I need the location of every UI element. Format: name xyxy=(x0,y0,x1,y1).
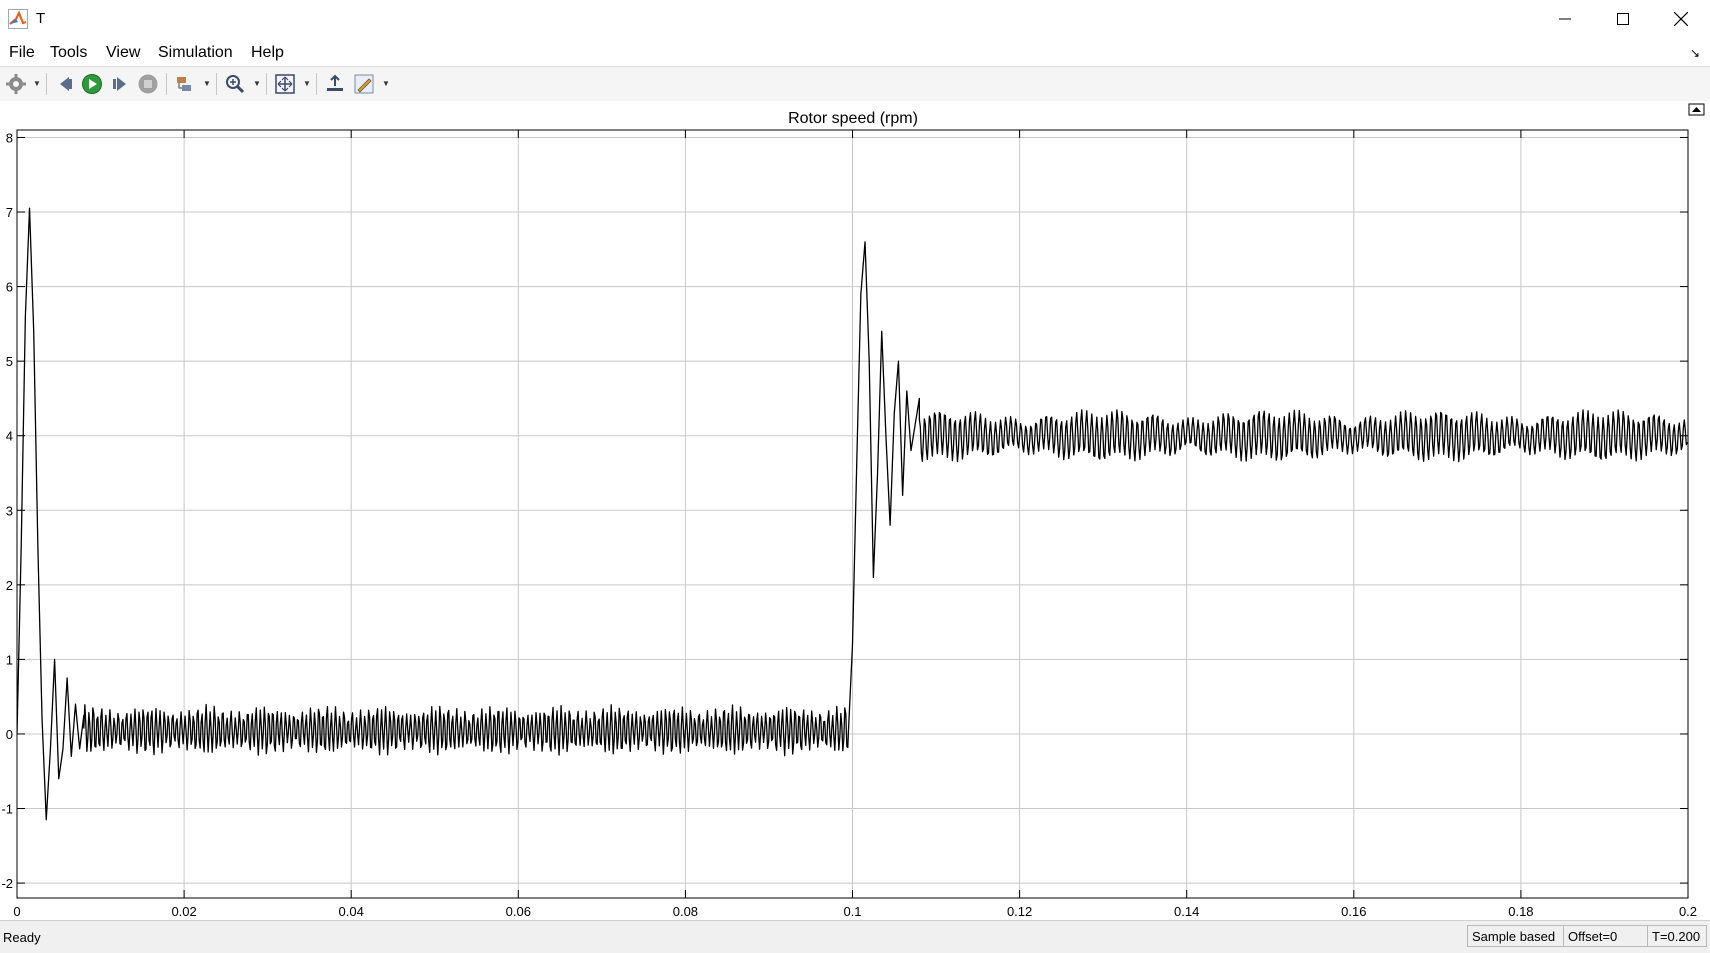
menu-simulation[interactable]: Simulation xyxy=(158,44,233,62)
x-tick-label: 0.18 xyxy=(1508,904,1533,919)
y-tick-label: 5 xyxy=(6,354,13,369)
tick-layer: 0 0.02 0.04 0.06 0.08 0.1 0.12 0.14 0.16 0.18 0.2 -… xyxy=(1,130,1697,919)
y-tick-label: 3 xyxy=(6,503,13,518)
close-icon xyxy=(1674,12,1688,26)
status-offset: Offset=0 xyxy=(1563,925,1648,947)
step-forward-icon[interactable] xyxy=(109,73,131,95)
stop-icon[interactable] xyxy=(137,73,159,95)
x-tick-label: 0.2 xyxy=(1679,904,1697,919)
minimize-button[interactable] xyxy=(1536,0,1594,38)
y-tick-label: 6 xyxy=(6,280,13,295)
y-tick-label: 2 xyxy=(6,578,13,593)
zoom-icon[interactable] xyxy=(224,73,246,95)
menu-help[interactable]: Help xyxy=(251,44,284,62)
x-tick-label: 0.04 xyxy=(339,904,364,919)
signal-dropdown-icon[interactable]: ▼ xyxy=(203,79,211,88)
y-tick-label: 8 xyxy=(6,130,13,145)
status-time: T=0.200 xyxy=(1647,925,1707,947)
status-ready-text: Ready xyxy=(3,930,41,945)
x-tick-label: 0.08 xyxy=(673,904,698,919)
toolbar-separator xyxy=(166,73,167,95)
undock-plot-button[interactable] xyxy=(1688,103,1705,116)
y-tick-label: -2 xyxy=(1,876,13,891)
toolbar-separator xyxy=(216,73,217,95)
x-tick-label: 0.16 xyxy=(1341,904,1366,919)
signal-select-icon[interactable] xyxy=(174,73,196,95)
menu-tools[interactable]: Tools xyxy=(50,44,87,62)
fit-dropdown-icon[interactable]: ▼ xyxy=(303,79,311,88)
y-tick-label: 1 xyxy=(6,652,13,667)
menu-file[interactable]: File xyxy=(9,44,35,62)
x-tick-label: 0.12 xyxy=(1007,904,1032,919)
fit-to-view-icon[interactable] xyxy=(274,73,296,95)
settings-dropdown-icon[interactable]: ▼ xyxy=(33,79,41,88)
y-tick-label: 0 xyxy=(6,727,13,742)
x-tick-label: 0.02 xyxy=(171,904,196,919)
menu-view[interactable]: View xyxy=(106,44,140,62)
x-tick-label: 0.14 xyxy=(1174,904,1199,919)
menu-bar: File Tools View Simulation Help ↘ xyxy=(0,38,1710,66)
run-icon[interactable] xyxy=(81,73,103,95)
status-bar: Ready Sample based Offset=0 T=0.200 xyxy=(0,920,1710,953)
y-tick-label: 4 xyxy=(6,429,13,444)
write-highlight-icon[interactable] xyxy=(324,73,346,95)
window-title: T xyxy=(36,10,46,27)
toolbar-separator xyxy=(46,73,47,95)
x-tick-label: 0.1 xyxy=(843,904,861,919)
style-dropdown-icon[interactable]: ▼ xyxy=(382,79,390,88)
toolbar: ▼ ▼ ▼ ▼ ▼ xyxy=(0,66,1710,102)
maximize-button[interactable] xyxy=(1594,0,1652,38)
grid-layer xyxy=(17,130,1688,898)
y-tick-label: -1 xyxy=(1,802,13,817)
style-icon[interactable] xyxy=(353,73,375,95)
x-tick-label: 0 xyxy=(13,904,20,919)
title-bar: T xyxy=(0,0,1710,38)
step-back-icon[interactable] xyxy=(54,73,76,95)
close-button[interactable] xyxy=(1652,0,1710,38)
matlab-logo-icon xyxy=(8,9,28,29)
status-sample-mode: Sample based xyxy=(1467,925,1564,947)
zoom-dropdown-icon[interactable]: ▼ xyxy=(253,79,261,88)
toolbar-separator xyxy=(266,73,267,95)
rotor-speed-plot[interactable]: Rotor speed (rpm) 0 0.02 0.04 0.06 0.08 0.1 0.… xyxy=(0,101,1710,920)
settings-icon[interactable] xyxy=(5,73,27,95)
maximize-icon xyxy=(1617,13,1629,25)
y-tick-label: 7 xyxy=(6,205,13,220)
dock-arrow-icon[interactable]: ↘ xyxy=(1690,46,1700,60)
x-tick-label: 0.06 xyxy=(506,904,531,919)
toolbar-separator xyxy=(316,73,317,95)
minimize-icon xyxy=(1559,18,1571,20)
plot-title: Rotor speed (rpm) xyxy=(788,110,918,127)
scope-plot-area: Rotor speed (rpm) 0 0.02 0.04 0.06 0.08 0.1 0.… xyxy=(0,101,1710,920)
